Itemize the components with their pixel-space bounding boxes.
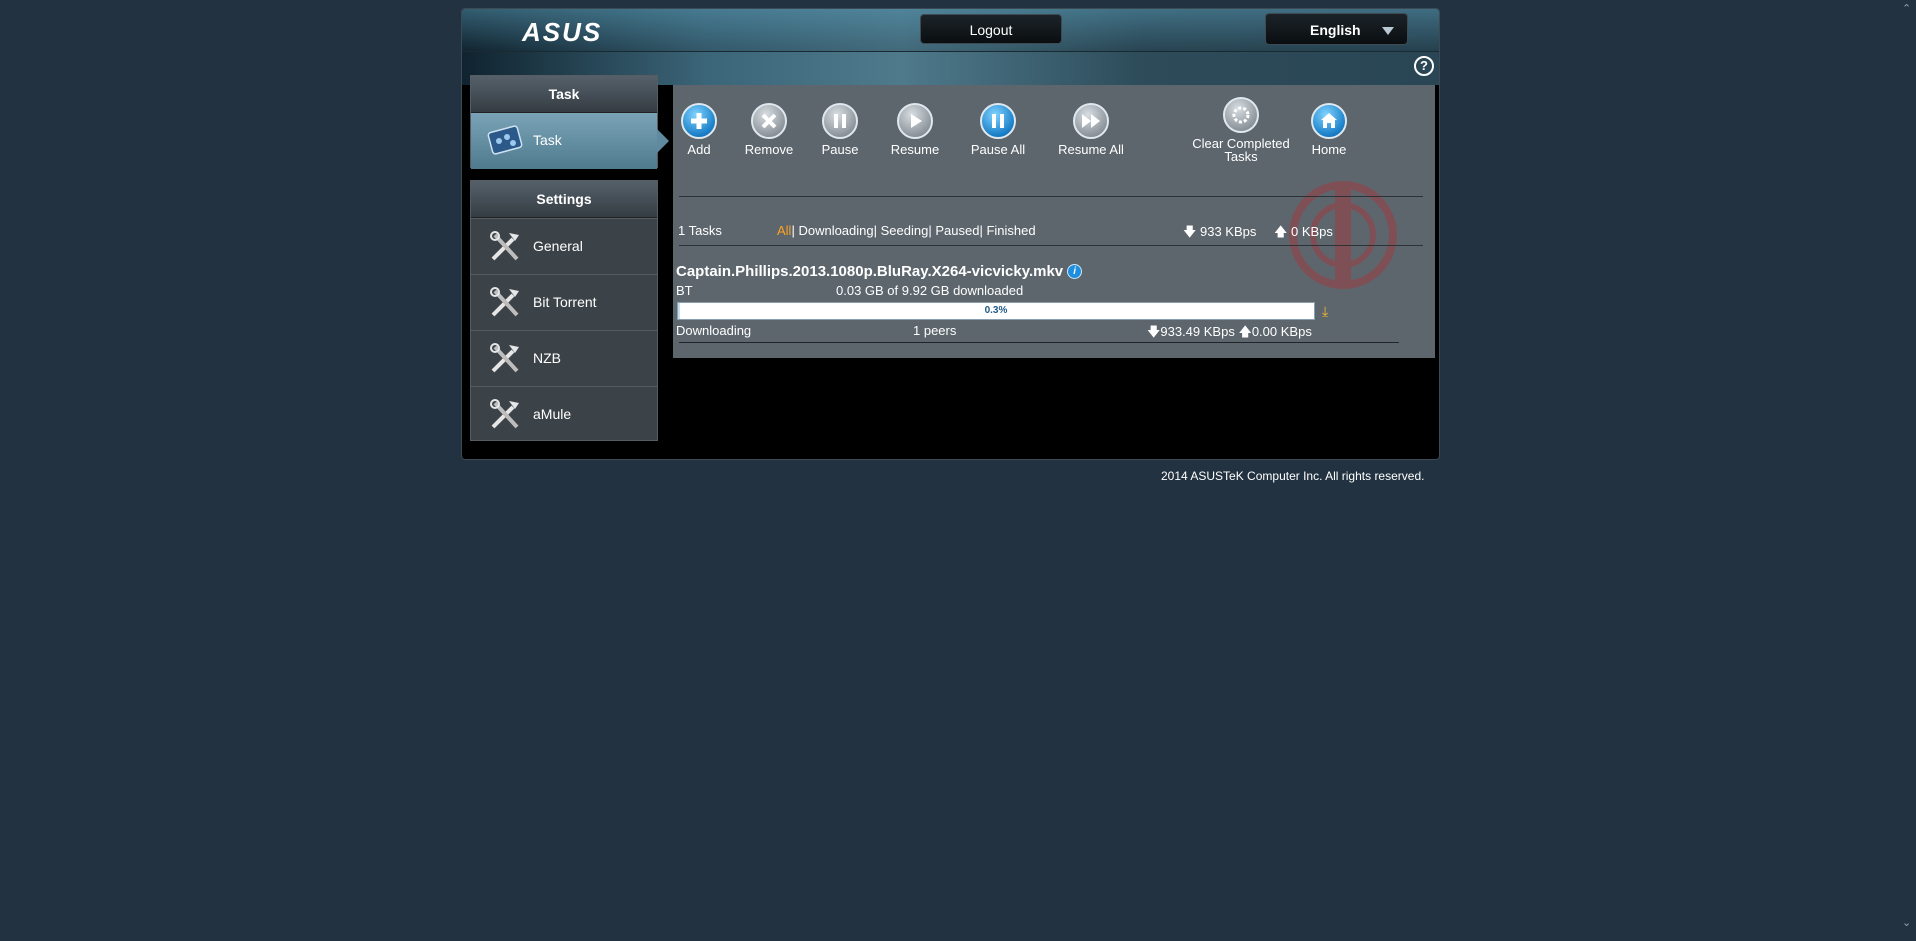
total-download-speed-value: 933 KBps xyxy=(1200,224,1257,239)
download-icon[interactable]: ⤓ xyxy=(1322,303,1336,319)
divider xyxy=(679,245,1423,246)
total-upload-speed: 🡅 0 KBps xyxy=(1274,223,1333,245)
plus-icon xyxy=(681,103,717,139)
language-label: English xyxy=(1310,22,1361,38)
clear-completed-label-line2: Tasks xyxy=(1224,149,1258,164)
app-frame: ASUS Logout English ? Task Task Settings… xyxy=(461,8,1440,460)
task-icon xyxy=(487,125,523,155)
resume-all-label: Resume All xyxy=(1058,142,1124,157)
task-downloaded: 0.03 GB of 9.92 GB downloaded xyxy=(836,283,1024,298)
home-label: Home xyxy=(1311,142,1347,157)
filter-finished[interactable]: Finished xyxy=(986,223,1035,238)
add-button[interactable]: Add xyxy=(659,103,739,156)
sidebar-settings-title: Settings xyxy=(471,181,657,218)
home-icon xyxy=(1311,103,1347,139)
resume-all-button[interactable]: Resume All xyxy=(1051,103,1131,156)
arrow-up-icon: 🡅 xyxy=(1238,324,1252,339)
arrow-up-icon: 🡅 xyxy=(1274,224,1288,239)
progress-label: 0.3% xyxy=(984,305,1008,316)
scrollbar[interactable]: ⌃ ⌄ xyxy=(1899,0,1916,941)
sidebar-item-bit-torrent[interactable]: Bit Torrent xyxy=(471,274,657,330)
resume-button[interactable]: Resume xyxy=(875,103,955,156)
pause-all-button[interactable]: Pause All xyxy=(958,103,1038,156)
arrow-down-icon: 🡇 xyxy=(1147,324,1161,339)
asus-logo: ASUS xyxy=(522,17,603,47)
total-download-speed: 🡇 933 KBps xyxy=(1183,223,1256,245)
task-row[interactable]: Captain.Phillips.2013.1080p.BluRay.X264-… xyxy=(676,263,1083,280)
pause-icon xyxy=(822,103,858,139)
play-icon xyxy=(897,103,933,139)
filter-all[interactable]: All xyxy=(777,223,791,238)
task-type: BT xyxy=(676,283,693,298)
sidebar-task-title: Task xyxy=(471,76,657,113)
language-select[interactable]: English xyxy=(1265,13,1408,45)
sidebar-item-label: Bit Torrent xyxy=(533,294,597,310)
clear-completed-button[interactable]: Clear Completed Tasks xyxy=(1186,97,1296,163)
task-status: Downloading xyxy=(676,323,752,338)
scroll-up-icon[interactable]: ⌃ xyxy=(1902,4,1911,15)
sidebar-item-general[interactable]: General xyxy=(471,218,657,274)
tools-icon xyxy=(490,343,519,373)
divider xyxy=(679,196,1423,197)
filter-seeding[interactable]: Seeding xyxy=(881,223,929,238)
pause-all-icon xyxy=(980,103,1016,139)
task-up-speed-value: 0.00 KBps xyxy=(1251,324,1312,339)
clear-completed-label: Clear Completed Tasks xyxy=(1186,137,1296,163)
help-icon[interactable]: ? xyxy=(1414,56,1434,76)
task-panel: Add Remove Pause Resume Pause All Resume… xyxy=(673,85,1435,358)
sidebar-item-label: aMule xyxy=(533,406,572,422)
task-peers: 1 peers xyxy=(913,323,957,338)
home-button[interactable]: Home xyxy=(1289,103,1369,156)
pause-label: Pause xyxy=(821,142,859,157)
task-count: 1 Tasks xyxy=(678,223,722,238)
pause-all-label: Pause All xyxy=(970,142,1026,157)
close-icon xyxy=(751,103,787,139)
add-label: Add xyxy=(687,142,711,157)
header-banner: ASUS Logout English ? xyxy=(462,9,1439,85)
tools-icon xyxy=(490,287,519,317)
filter-paused[interactable]: Paused xyxy=(935,223,979,238)
copyright-footer: 2014 ASUSTeK Computer Inc. All rights re… xyxy=(1161,469,1425,483)
sidebar-item-label: General xyxy=(533,238,583,254)
remove-button[interactable]: Remove xyxy=(729,103,809,156)
fast-forward-icon xyxy=(1073,103,1109,139)
chevron-down-icon xyxy=(1382,27,1394,35)
arrow-down-icon: 🡇 xyxy=(1183,224,1197,239)
total-upload-speed-value: 0 KBps xyxy=(1291,224,1333,239)
task-filters: All| Downloading| Seeding| Paused| Finis… xyxy=(777,223,1036,238)
sidebar-item-amule[interactable]: aMule xyxy=(471,386,657,442)
tools-icon xyxy=(490,399,519,429)
task-down-speed-value: 933.49 KBps xyxy=(1160,324,1235,339)
filter-downloading[interactable]: Downloading xyxy=(798,223,873,238)
sidebar-task-group: Task Task xyxy=(470,75,669,169)
tools-icon xyxy=(490,231,519,261)
divider xyxy=(679,342,1399,343)
pause-button[interactable]: Pause xyxy=(800,103,880,156)
resume-label: Resume xyxy=(890,142,940,157)
sidebar-item-label: Task xyxy=(533,132,562,148)
sidebar-item-nzb[interactable]: NZB xyxy=(471,330,657,386)
info-icon[interactable]: i xyxy=(1067,264,1083,279)
clear-icon xyxy=(1223,97,1259,133)
task-name: Captain.Phillips.2013.1080p.BluRay.X264-… xyxy=(676,263,1064,280)
remove-label: Remove xyxy=(744,142,794,157)
scroll-down-icon[interactable]: ⌄ xyxy=(1902,918,1911,929)
logout-button[interactable]: Logout xyxy=(920,14,1062,44)
progress-bar: 0.3% xyxy=(677,302,1315,320)
sidebar-item-label: NZB xyxy=(533,350,561,366)
sidebar-settings-group: Settings General Bit Torrent NZB aMule xyxy=(470,180,658,441)
sidebar-item-task[interactable]: Task xyxy=(471,113,669,169)
